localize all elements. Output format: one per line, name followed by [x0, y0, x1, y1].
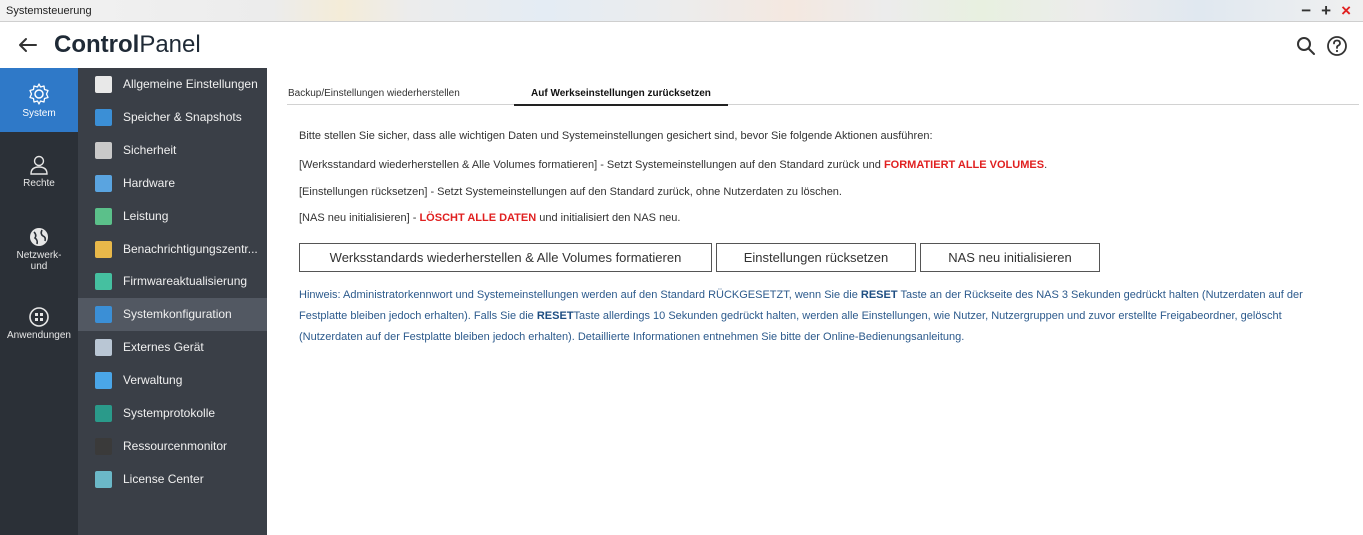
resource-monitor-icon — [95, 437, 112, 455]
sidebar-item-label: Verwaltung — [123, 373, 183, 388]
info-line-text: [Werksstandard wiederherstellen & Alle V… — [299, 159, 884, 171]
firmware-icon — [95, 273, 112, 291]
info-line-factory: [Werksstandard wiederherstellen & Alle V… — [299, 159, 1047, 171]
info-line-text: [NAS neu initialisieren] - — [299, 212, 420, 224]
page-title-bold: Control — [54, 31, 140, 58]
external-device-icon — [95, 339, 112, 357]
warning-text: FORMATIERT ALLE VOLUMES — [883, 159, 1045, 171]
apps-icon — [29, 307, 49, 327]
page-title-rest: Panel — [139, 31, 201, 58]
sidebar-item-label: Benachrichtigungszentr... — [123, 241, 258, 256]
page-title: ControlPanel — [54, 31, 201, 59]
info-line-reinit: [NAS neu initialisieren] - LÖSCHT ALLE D… — [299, 212, 680, 224]
rail-item-label: System — [22, 108, 56, 119]
window-title-bar: Systemsteuerung − + × — [0, 0, 1363, 22]
minimize-button[interactable]: − — [1301, 1, 1311, 21]
bulb-icon — [95, 207, 112, 225]
help-icon[interactable] — [1326, 35, 1348, 57]
info-line-text: . — [1044, 159, 1048, 171]
info-line-text: und initialisiert den NAS neu. — [536, 212, 681, 224]
sysconfig-icon — [95, 306, 112, 324]
maximize-button[interactable]: + — [1321, 1, 1331, 21]
sidebar: Allgemeine Einstellungen Speicher & Snaps… — [78, 68, 267, 535]
sidebar-item-label: Externes Gerät — [123, 340, 204, 355]
reinit-nas-button[interactable]: NAS neu initialisieren — [920, 243, 1100, 272]
sidebar-item-label: Allgemeine Einstellungen — [123, 77, 258, 91]
sidebar-item-label: Ressourcenmonitor — [123, 438, 228, 453]
sidebar-item-log[interactable]: Systemprotokolle — [78, 397, 267, 430]
sidebar-item-lock[interactable]: Sicherheit — [78, 134, 267, 167]
reset-settings-button[interactable]: Einstellungen rücksetzen — [716, 243, 916, 272]
tab-backup-restore[interactable]: Backup/Einstellungen wiederherstellen — [288, 88, 460, 99]
license-icon — [95, 470, 112, 488]
clipboard-icon — [95, 76, 112, 93]
main-content: Backup/Einstellungen wiederherstellen Au… — [267, 68, 1363, 535]
warning-text: LÖSCHT ALLE DATEN — [419, 212, 537, 224]
sidebar-item-bulb[interactable]: Leistung — [78, 200, 267, 233]
sidebar-item-label: Sicherheit — [123, 142, 177, 157]
sidebar-item-resource-monitor[interactable]: Ressourcenmonitor — [78, 430, 267, 463]
info-line-reset: [Einstellungen rücksetzen] - Setzt Syste… — [299, 186, 842, 198]
rail-item-anwendungen[interactable]: Anwendungen — [0, 306, 78, 346]
intro-text: Bitte stellen Sie sicher, dass alle wich… — [299, 130, 933, 142]
lock-icon — [95, 141, 112, 159]
globe-icon — [30, 228, 48, 246]
sidebar-item-notification[interactable]: Benachrichtigungszentr... — [78, 233, 267, 266]
rail-item-netzwerk[interactable]: Netzwerk- und — [0, 226, 78, 282]
hardware-icon — [95, 174, 112, 192]
sidebar-item-monitor[interactable]: Verwaltung — [78, 364, 267, 397]
sidebar-item-label: Leistung — [123, 208, 169, 223]
monitor-icon — [95, 372, 112, 390]
note-reset-keyword: RESET — [536, 310, 574, 322]
sidebar-item-hardware[interactable]: Hardware — [78, 167, 267, 200]
rail-item-label: Netzwerk- — [16, 250, 62, 261]
window-controls: − + × — [1301, 1, 1351, 21]
note-text: Hinweis: Administratorkennwort und Syste… — [299, 289, 861, 301]
gear-icon — [29, 83, 49, 105]
sidebar-item-license[interactable]: License Center — [78, 463, 267, 496]
search-icon[interactable] — [1295, 35, 1317, 57]
tab-bar: Backup/Einstellungen wiederherstellen Au… — [287, 85, 1359, 106]
note-reset-keyword: RESET — [860, 289, 898, 301]
app-header: ControlPanel — [0, 23, 1363, 68]
sidebar-item-label: Firmwareaktualisierung — [123, 274, 248, 289]
close-button[interactable]: × — [1341, 1, 1351, 21]
sidebar-item-storage[interactable]: Speicher & Snapshots — [78, 101, 267, 134]
sidebar-item-label: Systemprotokolle — [123, 406, 216, 420]
user-icon — [30, 155, 48, 175]
sidebar-item-firmware[interactable]: Firmwareaktualisierung — [78, 265, 267, 298]
reset-note: Hinweis: Administratorkennwort und Syste… — [299, 285, 1329, 348]
log-icon — [95, 405, 112, 422]
sidebar-item-label: License Center — [123, 471, 204, 486]
rail-item-label: Rechte — [23, 178, 55, 189]
notification-icon — [95, 240, 112, 258]
factory-format-button[interactable]: Werksstandards wiederherstellen & Alle V… — [299, 243, 712, 272]
sidebar-item-sysconfig[interactable]: Systemkonfiguration — [78, 298, 267, 332]
window-title: Systemsteuerung — [6, 5, 92, 17]
sidebar-item-label: Speicher & Snapshots — [123, 109, 242, 124]
sidebar-item-external-device[interactable]: Externes Gerät — [78, 331, 267, 364]
rail-item-label-2: und — [30, 261, 48, 272]
back-arrow-icon[interactable] — [14, 31, 42, 59]
rail-item-label: Anwendungen — [7, 330, 71, 341]
storage-icon — [95, 108, 112, 126]
sidebar-item-clipboard[interactable]: Allgemeine Einstellungen — [78, 68, 267, 101]
tab-factory-reset[interactable]: Auf Werkseinstellungen zurücksetzen — [514, 88, 728, 106]
sidebar-item-label: Systemkonfiguration — [123, 307, 232, 322]
category-rail: System Rechte Netzwerk- und Anwendungen — [0, 68, 78, 535]
sidebar-item-label: Hardware — [123, 175, 176, 190]
rail-item-rechte[interactable]: Rechte — [0, 154, 78, 198]
rail-item-system[interactable]: System — [0, 68, 78, 132]
